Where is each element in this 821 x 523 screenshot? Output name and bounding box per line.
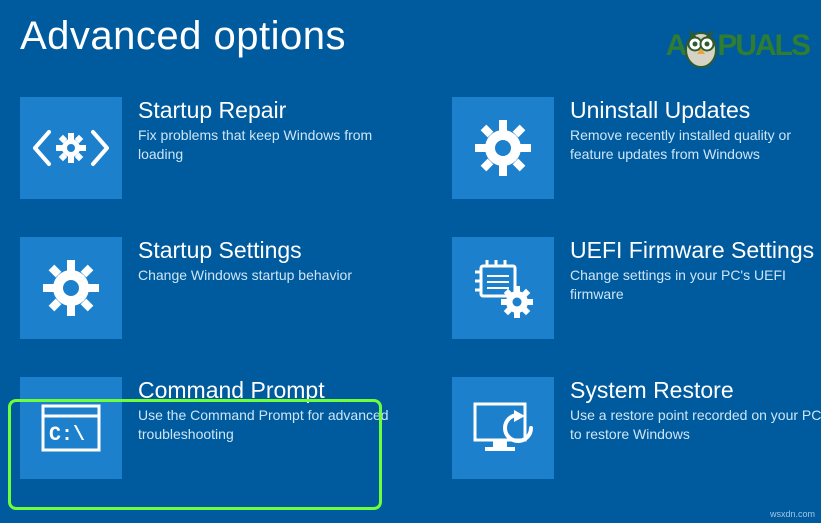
tile-title: UEFI Firmware Settings <box>570 237 821 263</box>
tile-command-prompt[interactable]: C:\ Command Prompt Use the Command Promp… <box>20 377 400 497</box>
gear-icon <box>452 97 554 199</box>
tile-uninstall-updates[interactable]: Uninstall Updates Remove recently instal… <box>452 97 821 217</box>
tile-uefi-firmware[interactable]: UEFI Firmware Settings Change settings i… <box>452 237 821 357</box>
gear-icon <box>20 237 122 339</box>
tile-desc: Remove recently installed quality or fea… <box>570 126 821 162</box>
watermark-logo: A PUALS <box>666 24 809 68</box>
svg-text:C:\: C:\ <box>49 424 85 447</box>
tile-startup-repair[interactable]: Startup Repair Fix problems that keep Wi… <box>20 97 400 217</box>
owl-icon <box>682 24 720 68</box>
watermark-text-right: PUALS <box>717 29 809 63</box>
tile-desc: Use a restore point recorded on your PC … <box>570 406 821 442</box>
tile-desc: Change settings in your PC's UEFI firmwa… <box>570 266 821 302</box>
tile-title: System Restore <box>570 377 821 403</box>
startup-repair-icon <box>20 97 122 199</box>
command-prompt-icon: C:\ <box>20 377 122 479</box>
monitor-restore-icon <box>452 377 554 479</box>
tile-desc: Change Windows startup behavior <box>138 266 400 284</box>
chip-gear-icon <box>452 237 554 339</box>
tile-title: Uninstall Updates <box>570 97 821 123</box>
tile-title: Command Prompt <box>138 377 400 403</box>
tile-desc: Use the Command Prompt for advanced trou… <box>138 406 400 442</box>
options-grid: Startup Repair Fix problems that keep Wi… <box>20 97 801 497</box>
tile-startup-settings[interactable]: Startup Settings Change Windows startup … <box>20 237 400 357</box>
credit-text: wsxdn.com <box>770 509 815 519</box>
tile-system-restore[interactable]: System Restore Use a restore point recor… <box>452 377 821 497</box>
tile-desc: Fix problems that keep Windows from load… <box>138 126 400 162</box>
tile-title: Startup Settings <box>138 237 400 263</box>
tile-title: Startup Repair <box>138 97 400 123</box>
